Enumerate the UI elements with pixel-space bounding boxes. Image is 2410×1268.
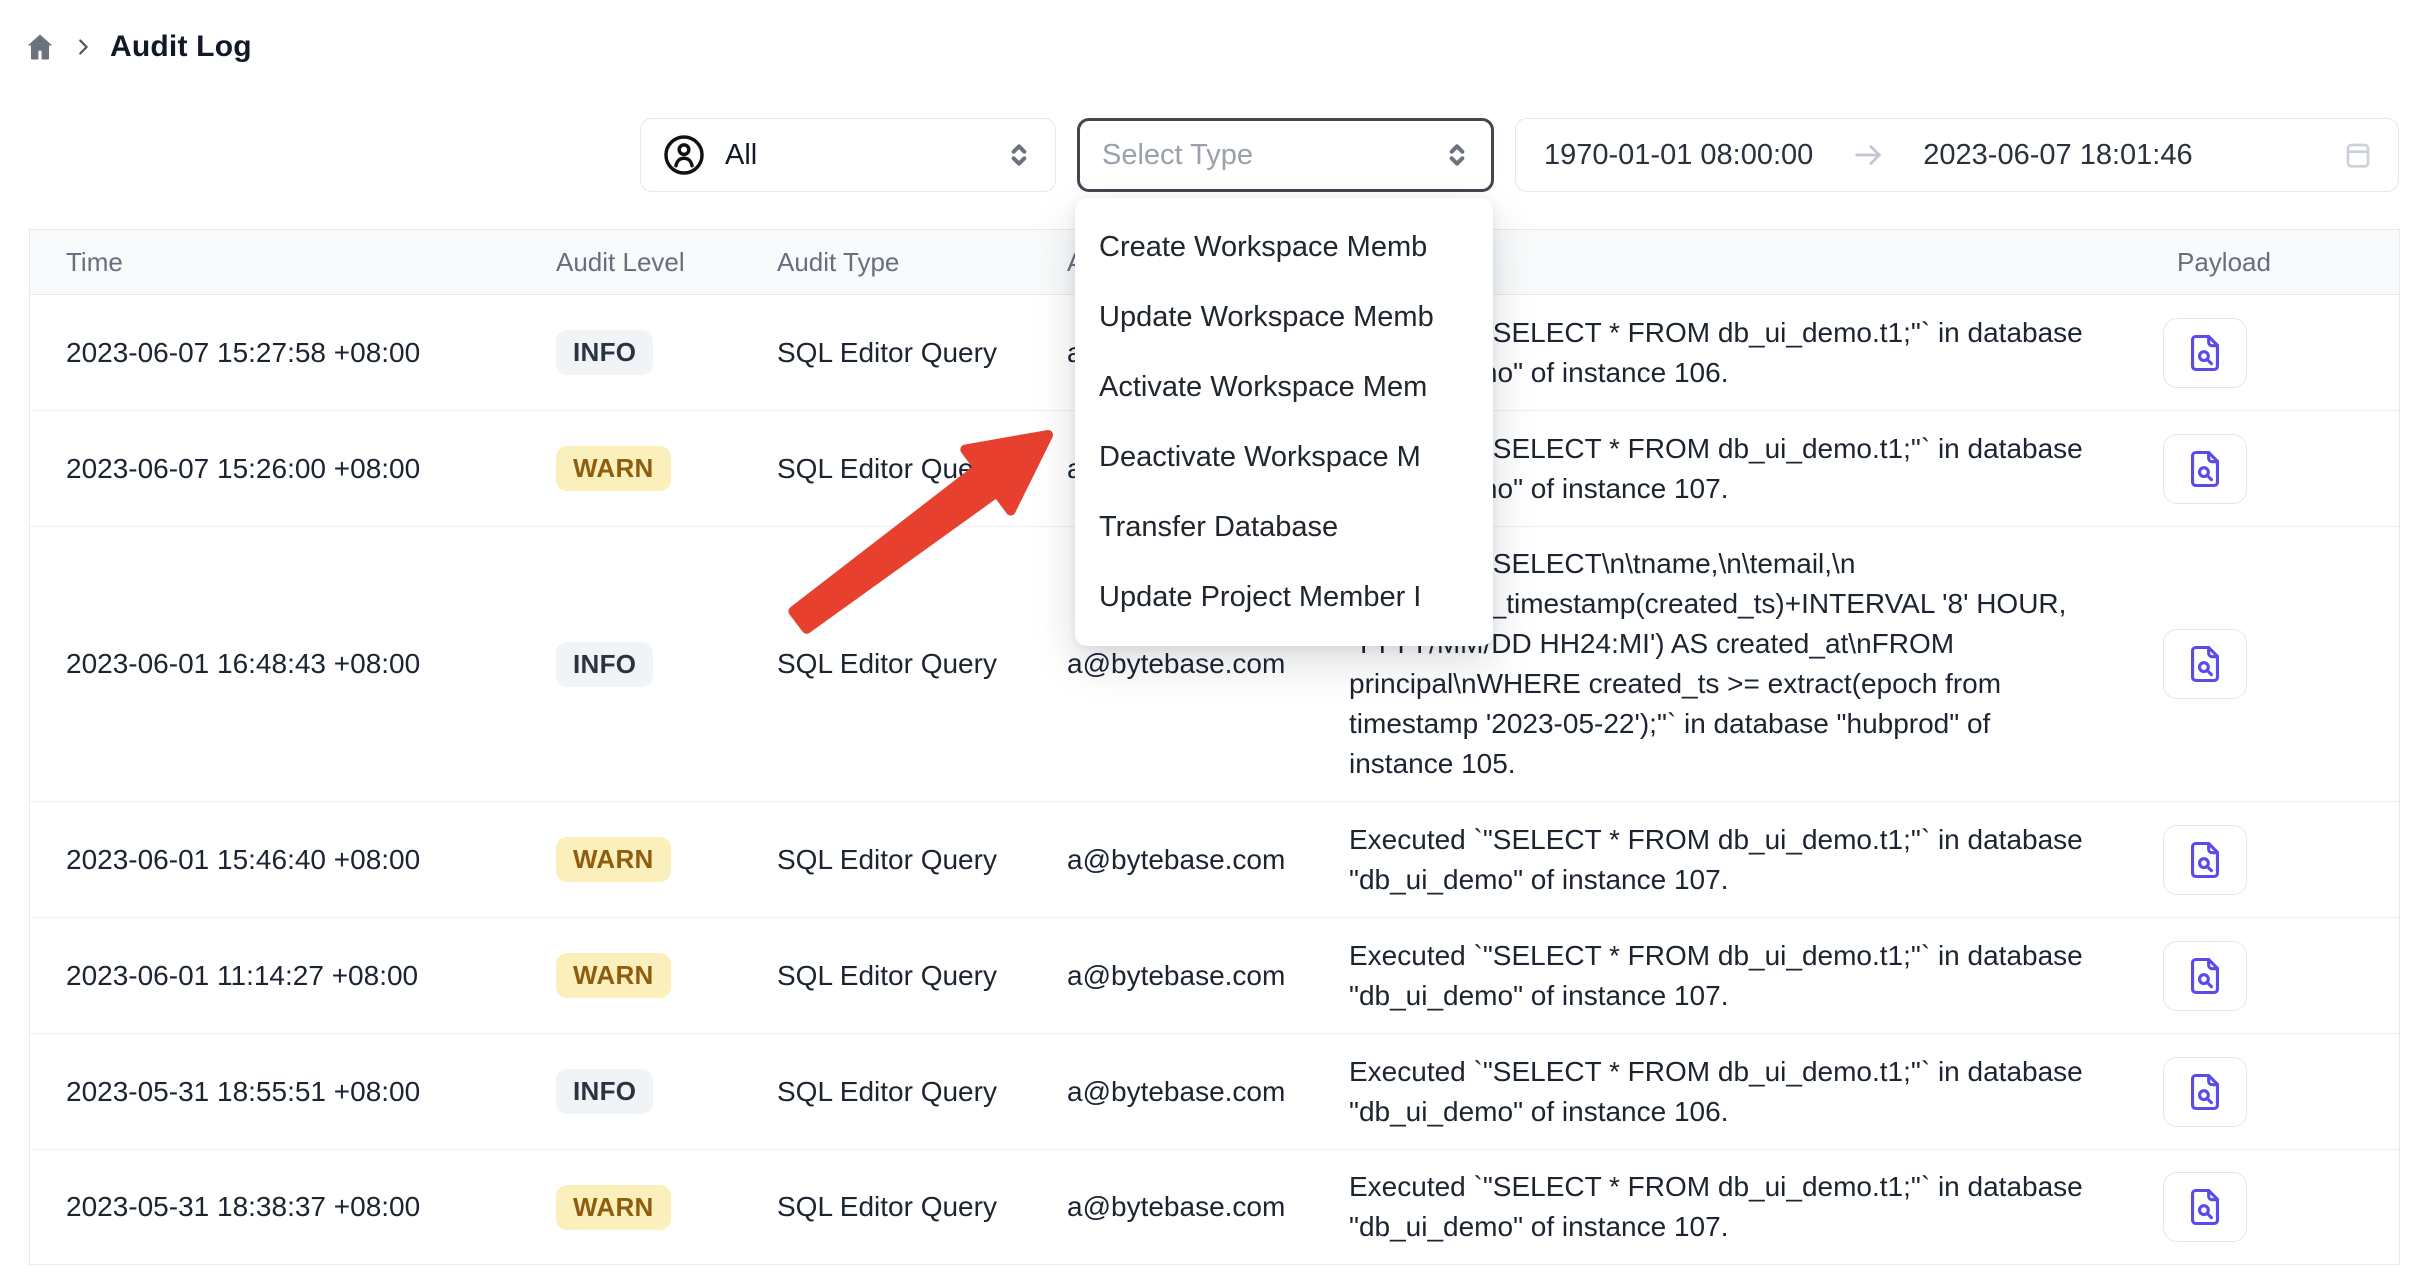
time-cell: 2023-05-31 18:55:51 +08:00 <box>30 1076 556 1108</box>
time-cell: 2023-06-07 15:26:00 +08:00 <box>30 453 556 485</box>
audit-level-badge: INFO <box>556 330 653 375</box>
calendar-icon <box>2342 139 2374 171</box>
comment-cell: Executed `"SELECT * FROM db_ui_demo.t1;"… <box>1349 1150 2133 1264</box>
comment-cell: Executed `"SELECT * FROM db_ui_demo.t1;"… <box>1349 1035 2133 1149</box>
payload-button[interactable] <box>2163 825 2247 895</box>
time-cell: 2023-06-01 16:48:43 +08:00 <box>30 648 556 680</box>
table-row: 2023-05-31 18:38:37 +08:00 WARN SQL Edit… <box>30 1150 2399 1265</box>
audit-type-cell: SQL Editor Query <box>777 1191 1067 1223</box>
actor-cell: a@bytebase.com <box>1067 648 1349 680</box>
file-search-icon <box>2183 1070 2227 1114</box>
payload-cell <box>2133 941 2401 1011</box>
audit-level-badge: WARN <box>556 1185 671 1230</box>
table-row: 2023-06-01 11:14:27 +08:00 WARN SQL Edit… <box>30 918 2399 1034</box>
payload-button[interactable] <box>2163 318 2247 388</box>
audit-level-badge: WARN <box>556 953 671 998</box>
comment-cell: Executed `"SELECT * FROM db_ui_demo.t1;"… <box>1349 803 2133 917</box>
actor-cell: a@bytebase.com <box>1067 1191 1349 1223</box>
payload-button[interactable] <box>2163 1172 2247 1242</box>
payload-cell <box>2133 629 2401 699</box>
audit-type-cell: SQL Editor Query <box>777 648 1067 680</box>
type-dropdown-option[interactable]: Update Workspace Memb <box>1075 282 1493 352</box>
payload-button[interactable] <box>2163 941 2247 1011</box>
filter-bar: All Select Type 1970-01-01 08:00:00 2023… <box>640 118 2399 192</box>
audit-type-cell: SQL Editor Query <box>777 453 1067 485</box>
column-header-payload: Payload <box>2133 247 2401 278</box>
payload-button[interactable] <box>2163 629 2247 699</box>
file-search-icon <box>2183 331 2227 375</box>
payload-cell <box>2133 434 2401 504</box>
audit-type-cell: SQL Editor Query <box>777 844 1067 876</box>
table-row: 2023-06-01 15:46:40 +08:00 WARN SQL Edit… <box>30 802 2399 918</box>
type-dropdown-option[interactable]: Activate Workspace Mem <box>1075 352 1493 422</box>
time-cell: 2023-06-01 15:46:40 +08:00 <box>30 844 556 876</box>
type-dropdown-option[interactable]: Transfer Database <box>1075 492 1493 562</box>
file-search-icon <box>2183 642 2227 686</box>
payload-button[interactable] <box>2163 1057 2247 1127</box>
column-header-time: Time <box>30 247 556 278</box>
audit-level-cell: WARN <box>556 1185 777 1230</box>
file-search-icon <box>2183 838 2227 882</box>
chevrons-up-down-icon <box>1441 139 1473 171</box>
page-title: Audit Log <box>110 30 252 64</box>
time-cell: 2023-06-07 15:27:58 +08:00 <box>30 337 556 369</box>
date-range-picker[interactable]: 1970-01-01 08:00:00 2023-06-07 18:01:46 <box>1515 118 2399 192</box>
chevron-right-icon <box>72 36 94 58</box>
audit-type-cell: SQL Editor Query <box>777 960 1067 992</box>
date-range-start[interactable]: 1970-01-01 08:00:00 <box>1544 139 1813 172</box>
audit-type-cell: SQL Editor Query <box>777 337 1067 369</box>
column-header-audit-type: Audit Type <box>777 247 1067 278</box>
audit-level-badge: WARN <box>556 837 671 882</box>
file-search-icon <box>2183 1185 2227 1229</box>
audit-level-cell: WARN <box>556 953 777 998</box>
file-search-icon <box>2183 447 2227 491</box>
audit-level-cell: WARN <box>556 446 777 491</box>
chevrons-up-down-icon <box>1003 139 1035 171</box>
actor-cell: a@bytebase.com <box>1067 844 1349 876</box>
type-dropdown-option[interactable]: Deactivate Workspace M <box>1075 422 1493 492</box>
audit-type-cell: SQL Editor Query <box>777 1076 1067 1108</box>
type-filter-placeholder: Select Type <box>1102 139 1253 172</box>
audit-level-cell: INFO <box>556 330 777 375</box>
time-cell: 2023-05-31 18:38:37 +08:00 <box>30 1191 556 1223</box>
breadcrumb: Audit Log <box>24 30 252 64</box>
payload-cell <box>2133 318 2401 388</box>
arrow-right-icon <box>1851 138 1885 172</box>
type-dropdown-option[interactable]: Create Workspace Memb <box>1075 212 1493 282</box>
actor-filter-value: All <box>725 139 757 172</box>
file-search-icon <box>2183 954 2227 998</box>
actor-cell: a@bytebase.com <box>1067 1076 1349 1108</box>
type-filter-select[interactable]: Select Type <box>1077 118 1494 192</box>
table-row: 2023-05-31 18:55:51 +08:00 INFO SQL Edit… <box>30 1034 2399 1150</box>
column-header-audit-level: Audit Level <box>556 247 777 278</box>
type-dropdown-option[interactable]: Update Project Member I <box>1075 562 1493 632</box>
person-circle-icon <box>661 132 707 178</box>
actor-cell: a@bytebase.com <box>1067 960 1349 992</box>
audit-level-cell: WARN <box>556 837 777 882</box>
audit-level-cell: INFO <box>556 1069 777 1114</box>
payload-cell <box>2133 1057 2401 1127</box>
audit-level-badge: INFO <box>556 1069 653 1114</box>
date-range-end[interactable]: 2023-06-07 18:01:46 <box>1923 139 2192 172</box>
type-dropdown: Create Workspace MembUpdate Workspace Me… <box>1075 198 1493 646</box>
audit-level-badge: WARN <box>556 446 671 491</box>
actor-filter-select[interactable]: All <box>640 118 1056 192</box>
payload-cell <box>2133 1172 2401 1242</box>
comment-cell: Executed `"SELECT * FROM db_ui_demo.t1;"… <box>1349 919 2133 1033</box>
payload-cell <box>2133 825 2401 895</box>
time-cell: 2023-06-01 11:14:27 +08:00 <box>30 960 556 992</box>
audit-level-cell: INFO <box>556 642 777 687</box>
home-icon[interactable] <box>24 31 56 63</box>
audit-level-badge: INFO <box>556 642 653 687</box>
payload-button[interactable] <box>2163 434 2247 504</box>
